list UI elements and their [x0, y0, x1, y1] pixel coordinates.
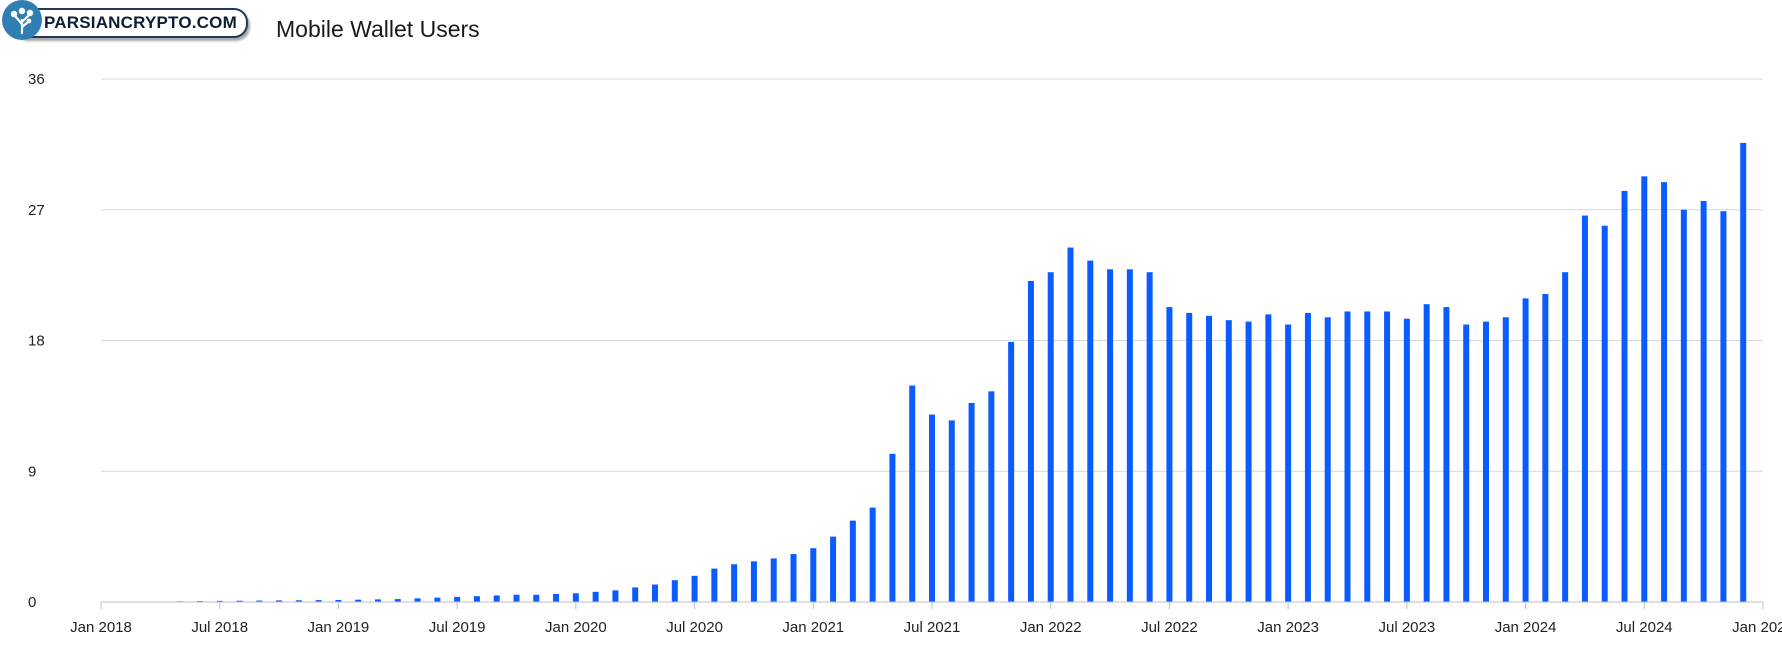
bar	[889, 453, 896, 602]
bar	[1680, 209, 1687, 602]
x-tick-label: Jul 2024	[1616, 619, 1673, 636]
bar	[830, 536, 837, 602]
bar	[929, 414, 935, 602]
bar	[948, 420, 955, 602]
bar	[810, 548, 817, 602]
y-tick-label: 27	[28, 202, 45, 219]
bar	[1522, 298, 1529, 602]
bar	[1641, 176, 1648, 602]
x-tick-label: Jan 2024	[1495, 619, 1557, 636]
bar	[1562, 272, 1569, 602]
bar	[1245, 321, 1252, 602]
bar	[1008, 341, 1015, 602]
x-tick-label: Jan 2023	[1257, 619, 1319, 636]
bar	[1740, 142, 1747, 602]
x-tick-label: Jul 2023	[1378, 619, 1435, 636]
bar	[849, 520, 856, 602]
x-tick-label: Jan 2019	[308, 619, 370, 636]
y-tick-label: 36	[28, 71, 45, 88]
bar	[1087, 260, 1094, 602]
bar	[1621, 190, 1628, 602]
x-tick-label: Jan 2020	[545, 619, 607, 636]
bar	[1285, 324, 1292, 602]
bar	[632, 587, 639, 602]
bar	[1443, 307, 1450, 602]
x-tick-label: Jan 2018	[70, 619, 132, 636]
x-tick-label: Jul 2021	[904, 619, 961, 636]
bar	[1502, 317, 1509, 602]
bar	[1483, 321, 1489, 602]
bar	[414, 598, 421, 602]
bar	[493, 595, 500, 602]
bar	[869, 507, 876, 602]
bar	[612, 590, 619, 602]
bar	[1067, 247, 1074, 602]
y-tick-label: 18	[28, 333, 45, 350]
x-tick-label: Jul 2020	[666, 619, 723, 636]
bar	[790, 554, 797, 602]
bar	[731, 564, 738, 602]
bar	[1581, 215, 1588, 603]
bar	[1225, 320, 1232, 602]
bar	[513, 594, 520, 602]
x-tick-label: Jul 2019	[429, 619, 486, 636]
y-tick-label: 0	[28, 594, 36, 611]
bar	[1126, 269, 1133, 602]
grid-lines	[101, 78, 1763, 472]
bar	[1403, 318, 1410, 602]
bar	[1324, 317, 1331, 602]
x-tick-label: Jan 2021	[782, 619, 844, 636]
y-tick-label: 9	[28, 463, 36, 480]
bar	[988, 391, 995, 602]
x-tick-label: Jan 2025	[1732, 619, 1782, 636]
bar	[572, 593, 579, 602]
x-tick-label: Jan 2022	[1020, 619, 1082, 636]
bar	[1166, 307, 1173, 602]
bar	[1344, 311, 1351, 602]
bar	[750, 561, 757, 602]
bar	[1463, 324, 1470, 602]
bar	[770, 558, 777, 602]
bar	[1601, 225, 1608, 602]
bar	[1047, 272, 1054, 602]
bar	[1720, 211, 1727, 603]
bar	[711, 568, 718, 602]
bar	[1304, 312, 1311, 602]
bar	[1700, 201, 1707, 603]
bar	[691, 575, 698, 602]
bar	[434, 597, 441, 602]
bar	[1364, 311, 1371, 602]
bar	[454, 596, 461, 602]
bar	[1384, 311, 1391, 602]
bar	[968, 402, 975, 602]
bar	[473, 596, 480, 602]
bar	[671, 580, 678, 602]
bar	[1027, 280, 1034, 602]
bar	[1542, 294, 1549, 602]
bar	[1146, 272, 1153, 602]
bar	[1186, 312, 1193, 602]
bar-chart: 0 9 18 27 36 Jan 2018 Jul 2018 Jan 2019 Jul 201…	[28, 71, 1782, 636]
x-axis: Jan 2018 Jul 2018 Jan 2019 Jul 2019 Jan 2020…	[70, 601, 1782, 636]
bar	[1206, 315, 1212, 602]
bar	[1661, 182, 1668, 602]
y-axis-ticks: 0 9 18 27 36	[28, 71, 45, 611]
bar-series	[157, 142, 1747, 603]
bar	[909, 385, 916, 602]
bar	[1265, 314, 1272, 602]
bar	[592, 591, 599, 602]
bar	[652, 584, 658, 602]
bar	[553, 594, 560, 602]
x-tick-label: Jul 2018	[191, 619, 248, 636]
bar	[1423, 304, 1430, 602]
bar	[533, 594, 540, 602]
x-tick-label: Jul 2022	[1141, 619, 1198, 636]
bar	[1107, 269, 1114, 602]
